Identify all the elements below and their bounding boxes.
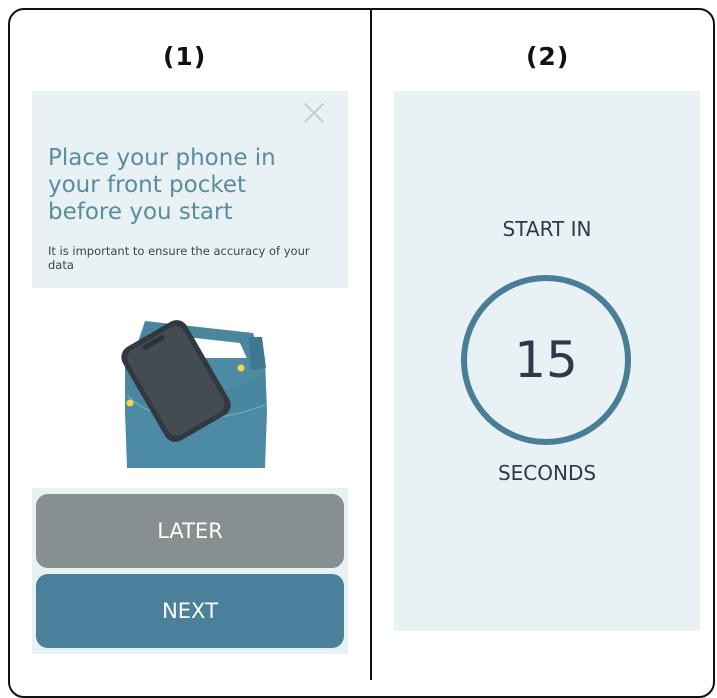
panel-label-2: (2)	[526, 42, 570, 71]
countdown-card: START IN 15 SECONDS	[394, 91, 700, 631]
later-button[interactable]: LATER	[36, 494, 344, 568]
button-panel: LATER NEXT	[32, 488, 348, 654]
instruction-subtitle: It is important to ensure the accuracy o…	[48, 244, 310, 272]
instruction-title: Place your phone in your front pocket be…	[48, 145, 276, 225]
next-button[interactable]: NEXT	[36, 574, 344, 648]
pocket-rivet-left	[126, 399, 134, 407]
seconds-label: SECONDS	[497, 461, 597, 485]
panel-divider	[370, 8, 372, 680]
start-in-label: START IN	[502, 217, 592, 241]
countdown-number: 15	[514, 331, 578, 389]
close-icon[interactable]	[302, 101, 326, 125]
phone-in-pocket-illustration	[121, 320, 267, 468]
panel-label-1: (1)	[163, 42, 207, 71]
pocket-instruction-card: Place your phone in your front pocket be…	[32, 91, 348, 288]
pocket-rivet-right	[237, 364, 245, 372]
